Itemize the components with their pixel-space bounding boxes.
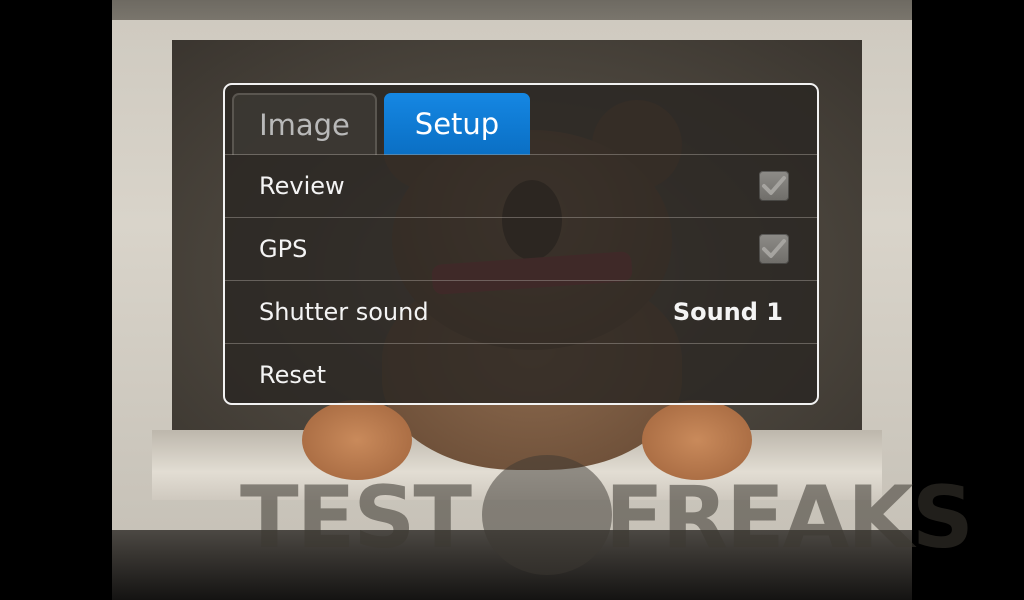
bear-right-foot	[642, 400, 752, 480]
setting-label-reset: Reset	[259, 361, 327, 389]
tab-image[interactable]: Image	[232, 93, 377, 155]
settings-tabs: Image Setup	[225, 85, 817, 155]
setting-label-gps: GPS	[259, 235, 308, 263]
setting-row-shutter-sound[interactable]: Shutter sound Sound 1	[225, 280, 817, 343]
setting-row-review[interactable]: Review	[225, 154, 817, 217]
shutter-sound-value: Sound 1	[672, 298, 783, 326]
checkmark-icon	[762, 176, 786, 195]
setting-label-review: Review	[259, 172, 345, 200]
tab-setup-label: Setup	[414, 107, 500, 141]
checkmark-icon	[762, 239, 786, 258]
settings-list: Review GPS Shutter sound Sound 1 Reset	[225, 154, 817, 403]
bear-left-foot	[302, 400, 412, 480]
review-checkbox[interactable]	[759, 171, 789, 201]
tab-setup[interactable]: Setup	[384, 93, 530, 155]
tab-image-label: Image	[259, 108, 350, 142]
settings-panel: Image Setup Review GPS Shutter sound Sou…	[223, 83, 819, 405]
setting-row-gps[interactable]: GPS	[225, 217, 817, 280]
camera-screen: TEST FREAKS Image Setup Review GPS Shutt…	[0, 0, 1024, 600]
setting-label-shutter-sound: Shutter sound	[259, 298, 429, 326]
setting-row-reset[interactable]: Reset	[225, 343, 817, 403]
watermark-logo	[482, 455, 612, 575]
gps-checkbox[interactable]	[759, 234, 789, 264]
